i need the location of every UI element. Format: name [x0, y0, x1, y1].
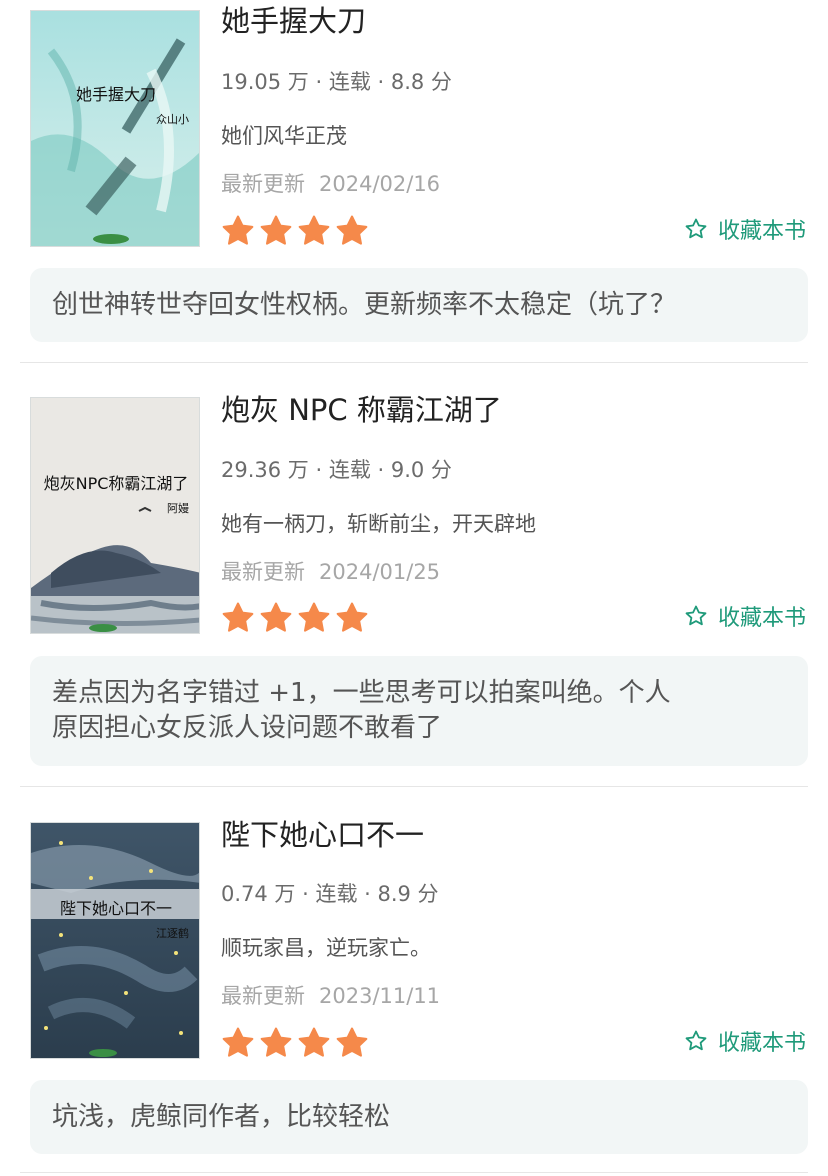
book-title[interactable]: 陛下她心口不一 — [221, 818, 424, 853]
update-label: 最新更新 — [221, 984, 305, 1008]
book-intro: 她们风华正茂 — [221, 124, 347, 148]
star-icon — [260, 215, 292, 245]
book-meta: 19.05 万 · 连载 · 8.8 分 — [221, 70, 452, 94]
cover-author: 江逐鹤 — [156, 927, 189, 940]
cover-title: 她手握大刀 — [75, 85, 156, 104]
book-title[interactable]: 她手握大刀 — [221, 4, 366, 39]
cover-art — [31, 823, 199, 1058]
book-meta: 29.36 万 · 连载 · 9.0 分 — [221, 458, 452, 482]
star-outline-icon — [685, 218, 707, 239]
cover-title: 炮灰NPC称霸江湖了 — [43, 474, 189, 493]
favorite-label: 收藏本书 — [717, 606, 806, 631]
book-intro: 顺玩家昌，逆玩家亡。 — [221, 936, 431, 960]
update-date: 2024/02/16 — [319, 172, 441, 196]
comment-text: 坑浅，虎鲸同作者，比较轻松 — [52, 1101, 391, 1132]
star-outline-icon — [685, 605, 707, 626]
book-title[interactable]: 炮灰 NPC 称霸江湖了 — [221, 393, 502, 428]
cover-author: 阿嫚 — [167, 502, 189, 515]
update-date: 2024/01/25 — [319, 560, 441, 584]
cover-author: 众山小 — [156, 113, 189, 126]
star-icon — [260, 602, 292, 632]
comment-text: 差点因为名字错过 +1，一些思考可以拍案叫绝。个人 原因担心女反派人设问题不敢看… — [52, 678, 671, 743]
star-icon — [260, 1027, 292, 1057]
divider — [20, 786, 808, 787]
star-icon — [298, 1027, 330, 1057]
star-icon — [298, 215, 330, 245]
book-cover[interactable]: 陛下她心口不一 江逐鹤 — [30, 822, 200, 1059]
book-cover[interactable]: 她手握大刀 众山小 — [30, 10, 200, 247]
star-icon — [336, 1027, 368, 1057]
star-icon — [222, 1027, 254, 1057]
favorite-label: 收藏本书 — [717, 1031, 806, 1056]
favorite-button[interactable]: 收藏本书 — [684, 1025, 806, 1057]
comment-text: 创世神转世夺回女性权柄。更新频率不太稳定（坑了？ — [52, 289, 677, 320]
favorite-button[interactable]: 收藏本书 — [684, 213, 806, 245]
comment-box: 差点因为名字错过 +1，一些思考可以拍案叫绝。个人 原因担心女反派人设问题不敢看… — [30, 656, 808, 766]
star-icon — [222, 602, 254, 632]
star-icon — [336, 602, 368, 632]
star-icon — [298, 602, 330, 632]
cover-art — [31, 11, 199, 246]
book-meta: 0.74 万 · 连载 · 8.9 分 — [221, 882, 439, 906]
star-outline-icon — [685, 1030, 707, 1051]
update-info: 最新更新 2023/11/11 — [221, 980, 440, 1010]
cover-title: 陛下她心口不一 — [59, 899, 172, 918]
update-info: 最新更新 2024/02/16 — [221, 168, 440, 198]
comment-box: 创世神转世夺回女性权柄。更新频率不太稳定（坑了？ — [30, 268, 808, 342]
update-label: 最新更新 — [221, 560, 305, 584]
star-icon — [222, 215, 254, 245]
update-date: 2023/11/11 — [319, 984, 441, 1008]
favorite-label: 收藏本书 — [717, 219, 806, 244]
book-cover[interactable]: 炮灰NPC称霸江湖了 阿嫚 — [30, 397, 200, 634]
star-icon — [336, 215, 368, 245]
update-label: 最新更新 — [221, 172, 305, 196]
rating-stars — [221, 1026, 369, 1060]
divider — [20, 362, 808, 363]
book-intro: 她有一柄刀，斩断前尘，开天辟地 — [221, 512, 536, 536]
favorite-button[interactable]: 收藏本书 — [684, 600, 806, 632]
update-info: 最新更新 2024/01/25 — [221, 556, 440, 586]
rating-stars — [221, 601, 369, 635]
divider — [20, 1172, 808, 1173]
rating-stars — [221, 214, 369, 248]
comment-box: 坑浅，虎鲸同作者，比较轻松 — [30, 1080, 808, 1154]
cover-art — [31, 398, 199, 633]
